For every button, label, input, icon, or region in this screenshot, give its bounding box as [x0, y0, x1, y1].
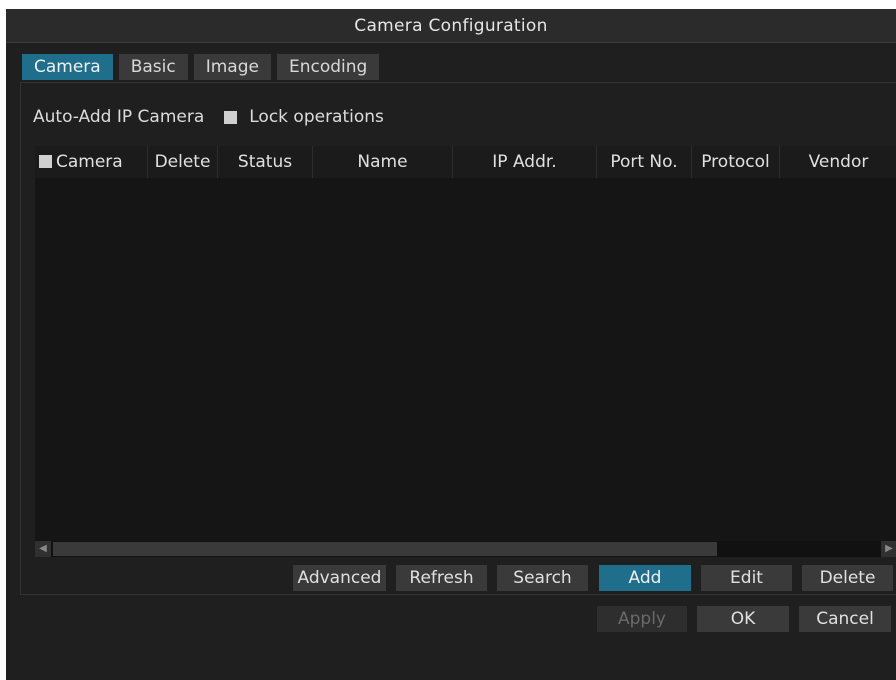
- scroll-left-icon[interactable]: ◀: [35, 541, 51, 557]
- apply-button[interactable]: Apply: [597, 606, 687, 632]
- column-header-vendor: Vendor: [808, 152, 869, 172]
- horizontal-scrollbar[interactable]: ◀ ▶: [35, 541, 896, 557]
- auto-add-ip-camera-label: Auto-Add IP Camera: [33, 107, 205, 127]
- camera-configuration-window: Camera Configuration Camera Basic Image …: [6, 9, 896, 680]
- scroll-right-icon[interactable]: ▶: [881, 541, 896, 557]
- column-header-delete: Delete: [148, 146, 218, 178]
- camera-list-table: Camera Delete Status Name IP Addr. Port …: [35, 146, 896, 555]
- select-all-checkbox[interactable]: [39, 155, 52, 168]
- delete-button[interactable]: Delete: [802, 565, 893, 591]
- scrollbar-thumb[interactable]: [53, 542, 717, 556]
- column-header-status: Status: [218, 146, 313, 178]
- tab-bar: Camera Basic Image Encoding: [22, 54, 380, 80]
- edit-button[interactable]: Edit: [701, 565, 792, 591]
- cancel-button[interactable]: Cancel: [799, 606, 891, 632]
- column-header-port-no: Port No.: [597, 146, 692, 178]
- refresh-button[interactable]: Refresh: [396, 565, 487, 591]
- options-row: Auto-Add IP Camera Lock operations: [33, 107, 384, 127]
- tab-encoding[interactable]: Encoding: [276, 54, 380, 80]
- column-header-protocol: Protocol: [692, 146, 780, 178]
- add-button[interactable]: Add: [599, 565, 691, 591]
- table-header: Camera Delete Status Name IP Addr. Port …: [35, 146, 896, 178]
- tab-camera[interactable]: Camera: [22, 54, 113, 80]
- column-header-ip-addr: IP Addr.: [453, 146, 597, 178]
- lock-operations-label: Lock operations: [249, 107, 384, 127]
- column-header-camera: Camera: [35, 146, 148, 178]
- tab-image[interactable]: Image: [193, 54, 271, 80]
- column-header-name: Name: [313, 146, 453, 178]
- advanced-button[interactable]: Advanced: [293, 565, 386, 591]
- lock-operations-checkbox[interactable]: [224, 110, 238, 124]
- search-button[interactable]: Search: [497, 565, 588, 591]
- tab-basic[interactable]: Basic: [118, 54, 188, 80]
- ok-button[interactable]: OK: [697, 606, 789, 632]
- camera-tab-panel: Auto-Add IP Camera Lock operations Camer…: [20, 82, 896, 595]
- window-title: Camera Configuration: [6, 9, 896, 43]
